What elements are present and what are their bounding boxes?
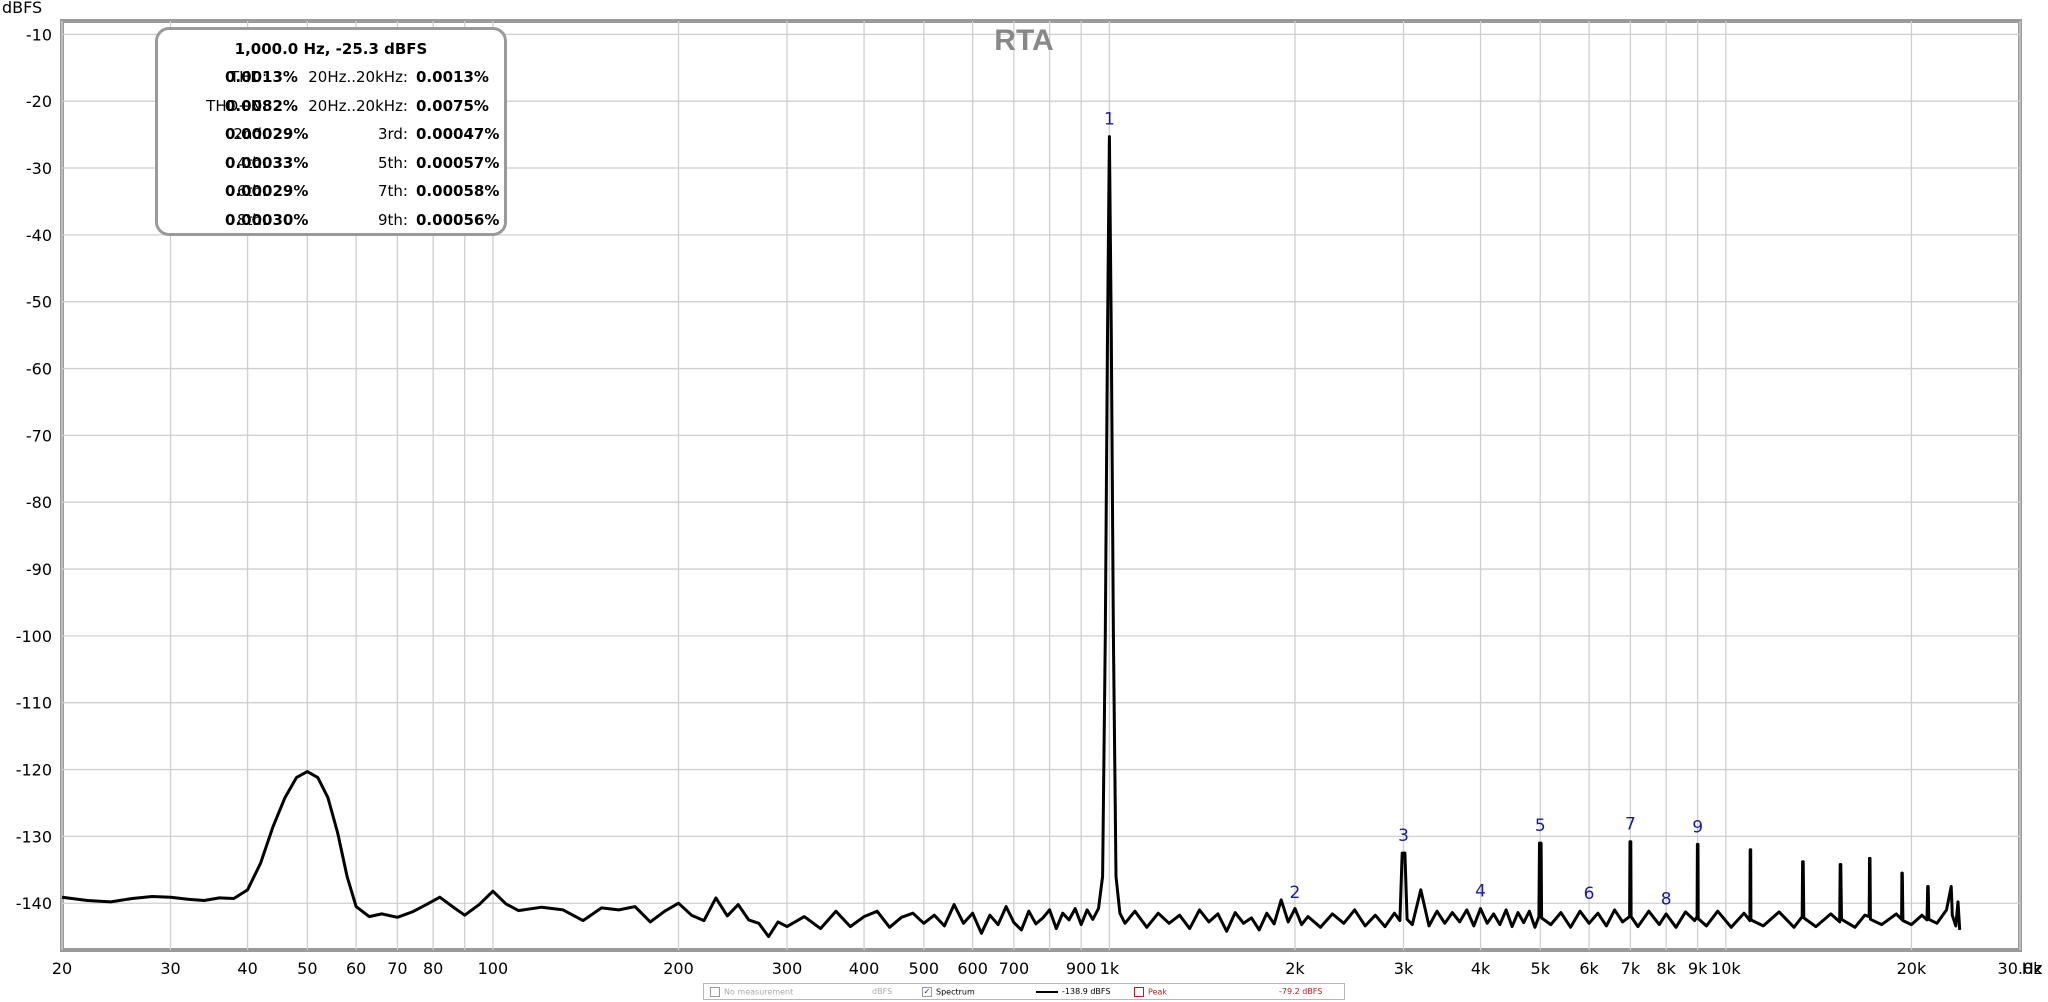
- x-tick-label: 7k: [1621, 959, 1641, 978]
- stats-header: 1,000.0 Hz, -25.3 dBFS: [234, 40, 428, 58]
- stats-label: 5th:: [378, 153, 408, 172]
- stats-value: 0.0075%: [416, 96, 489, 115]
- checked-checkbox-icon[interactable]: ✓: [922, 987, 932, 997]
- thd-stats-panel: 1,000.0 Hz, -25.3 dBFS THD: 0.0013% 20Hz…: [155, 27, 507, 236]
- stats-value: 0.00056%: [416, 210, 500, 229]
- y-tick-label: -90: [26, 560, 52, 579]
- stats-row: 6th: 0.00029% 7th: 0.00058%: [158, 182, 504, 211]
- y-tick-label: -80: [26, 493, 52, 512]
- y-tick-label: -10: [26, 25, 52, 44]
- x-tick-label: 900: [1066, 959, 1097, 978]
- harmonic-label: 3: [1398, 826, 1409, 846]
- x-tick-label: 4k: [1471, 959, 1491, 978]
- harmonic-label: 2: [1290, 883, 1301, 903]
- x-tick-label: 6k: [1579, 959, 1599, 978]
- y-tick-label: -30: [26, 159, 52, 178]
- stats-value: 0.0013%: [416, 68, 489, 86]
- x-tick-label: 1k: [1100, 959, 1120, 978]
- y-tick-label: -60: [26, 360, 52, 379]
- x-tick-label: 400: [849, 959, 880, 978]
- y-tick-label: -100: [16, 627, 52, 646]
- x-tick-label: 9k: [1688, 959, 1708, 978]
- stats-value: 0.0013%: [225, 68, 298, 86]
- x-tick-label: 20k: [1897, 959, 1927, 978]
- y-tick-label: -130: [16, 827, 52, 846]
- legend-spectrum-value: -138.9 dBFS: [1062, 987, 1111, 996]
- stats-value: 0.00047%: [416, 125, 500, 144]
- harmonic-label: 5: [1535, 816, 1546, 836]
- x-tick-label: 700: [999, 959, 1030, 978]
- x-tick-label: 300: [772, 959, 803, 978]
- x-axis-ticks: 20 30 40 50 60 70 80 100 200 300 400 500 600 700 900 1k…: [52, 959, 2043, 978]
- stats-value: 0.00030%: [225, 210, 309, 229]
- legend-bar: No measurement dBFS ✓ Spectrum -138.9 dBF…: [703, 983, 1345, 1000]
- y-tick-label: -140: [16, 894, 52, 913]
- x-tick-label: 10k: [1711, 959, 1741, 978]
- x-tick-label: 70: [387, 959, 407, 978]
- harmonic-label: 7: [1625, 815, 1636, 835]
- chart-title: RTA: [994, 24, 1053, 57]
- x-tick-label: 5k: [1531, 959, 1551, 978]
- stats-label: 9th:: [378, 210, 408, 229]
- harmonic-label: 9: [1692, 817, 1703, 837]
- stats-value: 0.00058%: [416, 182, 500, 201]
- x-tick-label: 200: [663, 959, 694, 978]
- legend-spectrum-line-icon: [1036, 987, 1058, 996]
- stats-value: 0.00029%: [225, 182, 309, 201]
- y-axis-ticks: -10 -20 -30 -40 -50 -60 -70 -80 -90 -100 -110 -120 -…: [16, 25, 52, 913]
- harmonic-label: 1: [1104, 110, 1115, 130]
- x-tick-label: 30.0k: [1998, 959, 2044, 978]
- x-tick-label: 80: [423, 959, 443, 978]
- x-tick-label: 3k: [1394, 959, 1414, 978]
- harmonic-label: 8: [1661, 890, 1672, 910]
- legend-peak-label: Peak: [1148, 987, 1167, 997]
- y-tick-label: -70: [26, 426, 52, 445]
- stats-value: 0.00029%: [225, 125, 309, 144]
- x-tick-label: 500: [909, 959, 940, 978]
- checkbox-icon[interactable]: [710, 987, 720, 997]
- x-tick-label: 2k: [1285, 959, 1305, 978]
- legend-no-measurement-label: No measurement: [724, 987, 794, 997]
- x-tick-label: 600: [957, 959, 988, 978]
- stats-label: 7th:: [378, 182, 408, 201]
- stats-row: 8th: 0.00030% 9th: 0.00056%: [158, 211, 504, 240]
- stats-row: THD+N: 0.0082% 20Hz..20kHz: 0.0075%: [158, 97, 504, 126]
- harmonic-label: 6: [1584, 884, 1595, 904]
- stats-row: 4th: 0.00033% 5th: 0.00057%: [158, 154, 504, 183]
- stats-value: 0.0082%: [225, 96, 298, 115]
- stats-row: 2nd: 0.00029% 3rd: 0.00047%: [158, 125, 504, 154]
- stats-label: 20Hz..20kHz:: [308, 68, 408, 86]
- stats-row: THD: 0.0013% 20Hz..20kHz: 0.0013%: [158, 68, 504, 97]
- x-tick-label: 8k: [1656, 959, 1676, 978]
- x-tick-label: 60: [346, 959, 366, 978]
- stats-label: 3rd:: [377, 125, 408, 144]
- y-tick-label: -50: [26, 293, 52, 312]
- y-tick-label: -120: [16, 761, 52, 780]
- x-tick-label: 30: [160, 959, 180, 978]
- harmonic-label: 4: [1475, 882, 1486, 902]
- legend-unit: dBFS: [872, 987, 893, 996]
- x-tick-label: 100: [478, 959, 509, 978]
- stats-value: 0.00033%: [225, 153, 309, 172]
- x-tick-label: 40: [237, 959, 257, 978]
- legend-peak-value: -79.2 dBFS: [1279, 987, 1323, 996]
- legend-item-spectrum[interactable]: ✓ Spectrum: [922, 987, 975, 997]
- x-tick-label: 20: [52, 959, 72, 978]
- y-tick-label: -110: [16, 694, 52, 713]
- y-tick-label: -40: [26, 226, 52, 245]
- y-tick-label: -20: [26, 92, 52, 111]
- x-tick-label: 50: [297, 959, 317, 978]
- stats-value: 0.00057%: [416, 153, 500, 172]
- checkbox-icon[interactable]: [1134, 987, 1144, 997]
- y-axis-unit: dBFS: [2, 0, 42, 17]
- legend-item-no-measurement[interactable]: No measurement: [710, 987, 793, 997]
- legend-spectrum-label: Spectrum: [936, 987, 975, 997]
- stats-label: 20Hz..20kHz:: [308, 96, 408, 115]
- legend-item-peak[interactable]: Peak: [1134, 987, 1167, 997]
